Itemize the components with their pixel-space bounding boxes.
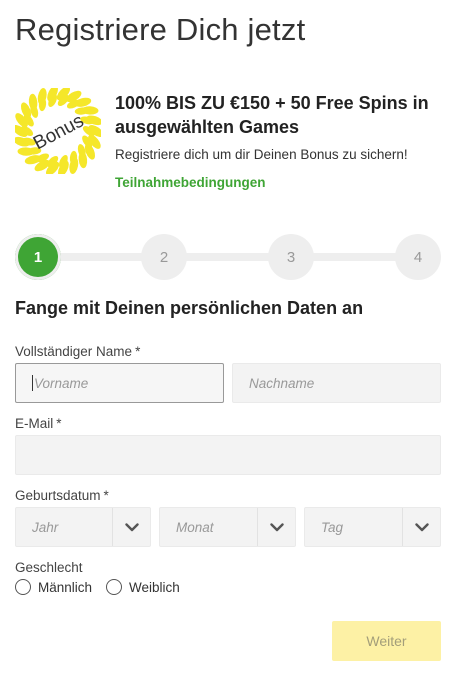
step-2: 2 [141,234,187,280]
day-select[interactable]: Tag [304,507,441,547]
chevron-down-icon [257,508,295,546]
terms-link[interactable]: Teilnahmebedingungen [115,175,266,190]
registration-stepper: 1 2 3 4 [15,234,441,280]
step-1-label: 1 [33,248,43,266]
gender-radio-group: Männlich Weiblich [15,579,194,595]
birthdate-label: Geburtsdatum * [15,488,109,503]
day-select-value: Tag [321,519,344,535]
bonus-subtitle: Registriere dich um dir Deinen Bonus zu … [115,147,408,162]
fullname-label-text: Vollständiger Name [15,344,133,359]
required-mark: * [103,488,109,503]
step-3-label: 3 [286,248,296,266]
firstname-input[interactable]: Vorname [15,363,224,403]
chevron-down-icon [112,508,150,546]
step-4: 4 [395,234,441,280]
lastname-placeholder: Nachname [249,375,315,391]
gender-label: Geschlecht [15,560,83,575]
step-3: 3 [268,234,314,280]
required-mark: * [56,416,62,431]
gender-male-radio[interactable] [15,579,31,595]
lastname-input[interactable]: Nachname [232,363,441,403]
year-select[interactable]: Jahr [15,507,151,547]
gender-female-radio[interactable] [106,579,123,595]
chevron-down-icon [402,508,440,546]
email-label-text: E-Mail [15,416,54,431]
section-title: Fange mit Deinen persönlichen Daten an [15,298,364,318]
gender-male-option[interactable]: Männlich [15,579,92,595]
month-select[interactable]: Monat [159,507,296,547]
text-caret [32,375,33,391]
email-input[interactable] [15,435,441,475]
next-button[interactable]: Weiter [332,621,441,661]
bonus-laurel-icon: Bonus [12,85,104,177]
bonus-badge: Bonus [12,85,104,177]
gender-female-label: Weiblich [129,579,180,595]
bonus-headline: 100% BIS ZU €150 + 50 Free Spins in ausg… [115,93,429,137]
gender-male-label: Männlich [38,579,93,595]
gender-female-option[interactable]: Weiblich [106,579,180,595]
page-title: Registriere Dich jetzt [15,12,306,47]
year-select-value: Jahr [32,519,59,535]
email-label: E-Mail * [15,416,62,431]
month-select-value: Monat [176,519,214,535]
fullname-label: Vollständiger Name * [15,344,140,359]
required-mark: * [135,344,141,359]
step-2-label: 2 [159,248,169,266]
firstname-placeholder: Vorname [34,375,89,391]
birthdate-label-text: Geburtsdatum [15,488,101,503]
stepper-track [38,253,418,261]
step-4-label: 4 [413,248,423,266]
step-1: 1 [15,234,61,280]
